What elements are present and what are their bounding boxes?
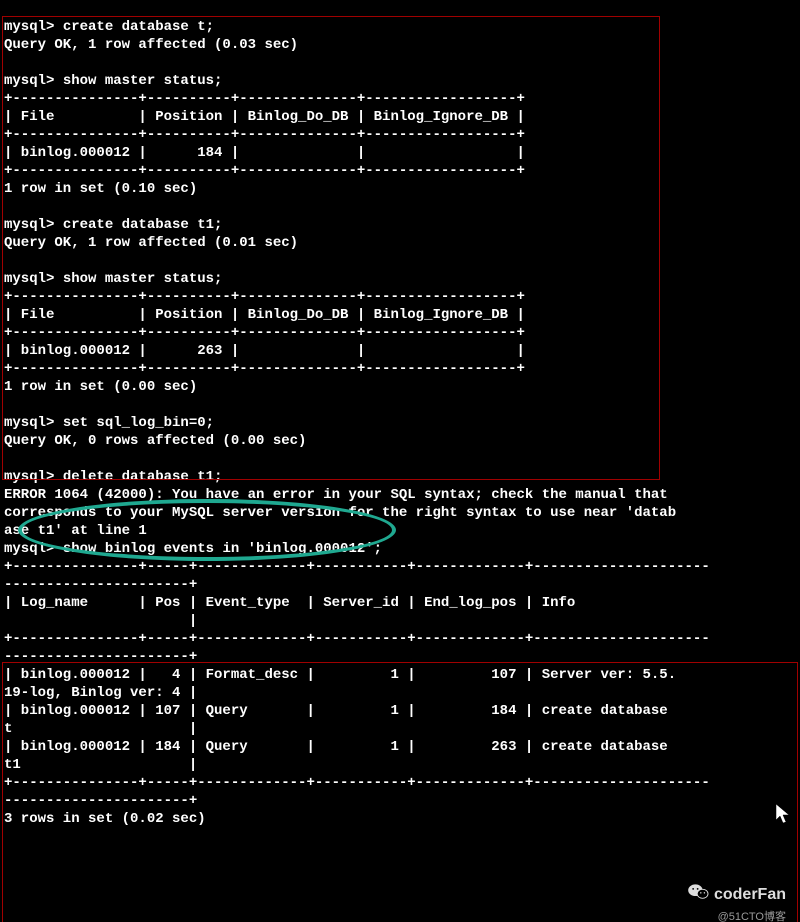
- table-row: | binlog.000012 | 263 | | |: [4, 343, 525, 359]
- table-header: | File | Position | Binlog_Do_DB | Binlo…: [4, 307, 525, 323]
- watermark-subtitle: @51CTO博客: [688, 908, 786, 922]
- prompt: mysql>: [4, 541, 63, 557]
- query-result: 3 rows in set (0.02 sec): [4, 811, 206, 827]
- table-sep: +---------------+----------+------------…: [4, 91, 525, 107]
- table-header: | Log_name | Pos | Event_type | Server_i…: [4, 595, 575, 629]
- prompt: mysql>: [4, 217, 63, 233]
- prompt: mysql>: [4, 469, 63, 485]
- prompt: mysql>: [4, 73, 63, 89]
- table-sep: +---------------+----------+------------…: [4, 289, 525, 305]
- table-row: | binlog.000012 | 107 | Query | 1 | 184 …: [4, 703, 676, 737]
- command: show master status;: [63, 73, 223, 89]
- watermark-name: coderFan: [714, 886, 786, 904]
- prompt: mysql>: [4, 415, 63, 431]
- query-result: Query OK, 1 row affected (0.03 sec): [4, 37, 298, 53]
- table-sep: +---------------+----------+------------…: [4, 163, 525, 179]
- query-result: Query OK, 1 row affected (0.01 sec): [4, 235, 298, 251]
- command: set sql_log_bin=0;: [63, 415, 214, 431]
- command: show master status;: [63, 271, 223, 287]
- query-result: 1 row in set (0.10 sec): [4, 181, 197, 197]
- terminal-output: mysql> create database t; Query OK, 1 ro…: [0, 14, 800, 832]
- table-row: | binlog.000012 | 4 | Format_desc | 1 | …: [4, 667, 676, 701]
- command: delete database t1;: [63, 469, 223, 485]
- prompt: mysql>: [4, 19, 63, 35]
- command: show binlog events in 'binlog.000012';: [63, 541, 382, 557]
- table-sep: +---------------+-----+-------------+---…: [4, 631, 710, 665]
- table-sep: +---------------+----------+------------…: [4, 325, 525, 341]
- wechat-icon: [688, 883, 710, 906]
- table-sep: +---------------+-----+-------------+---…: [4, 559, 710, 593]
- table-sep: +---------------+-----+-------------+---…: [4, 775, 710, 809]
- watermark: coderFan @51CTO博客: [688, 883, 786, 922]
- table-row: | binlog.000012 | 184 | | |: [4, 145, 525, 161]
- table-row: | binlog.000012 | 184 | Query | 1 | 263 …: [4, 739, 676, 773]
- prompt: mysql>: [4, 271, 63, 287]
- table-header: | File | Position | Binlog_Do_DB | Binlo…: [4, 109, 525, 125]
- command: create database t1;: [63, 217, 223, 233]
- query-result: 1 row in set (0.00 sec): [4, 379, 197, 395]
- table-sep: +---------------+----------+------------…: [4, 127, 525, 143]
- query-result: Query OK, 0 rows affected (0.00 sec): [4, 433, 306, 449]
- table-sep: +---------------+----------+------------…: [4, 361, 525, 377]
- command: create database t;: [63, 19, 214, 35]
- error-message: ERROR 1064 (42000): You have an error in…: [4, 487, 676, 539]
